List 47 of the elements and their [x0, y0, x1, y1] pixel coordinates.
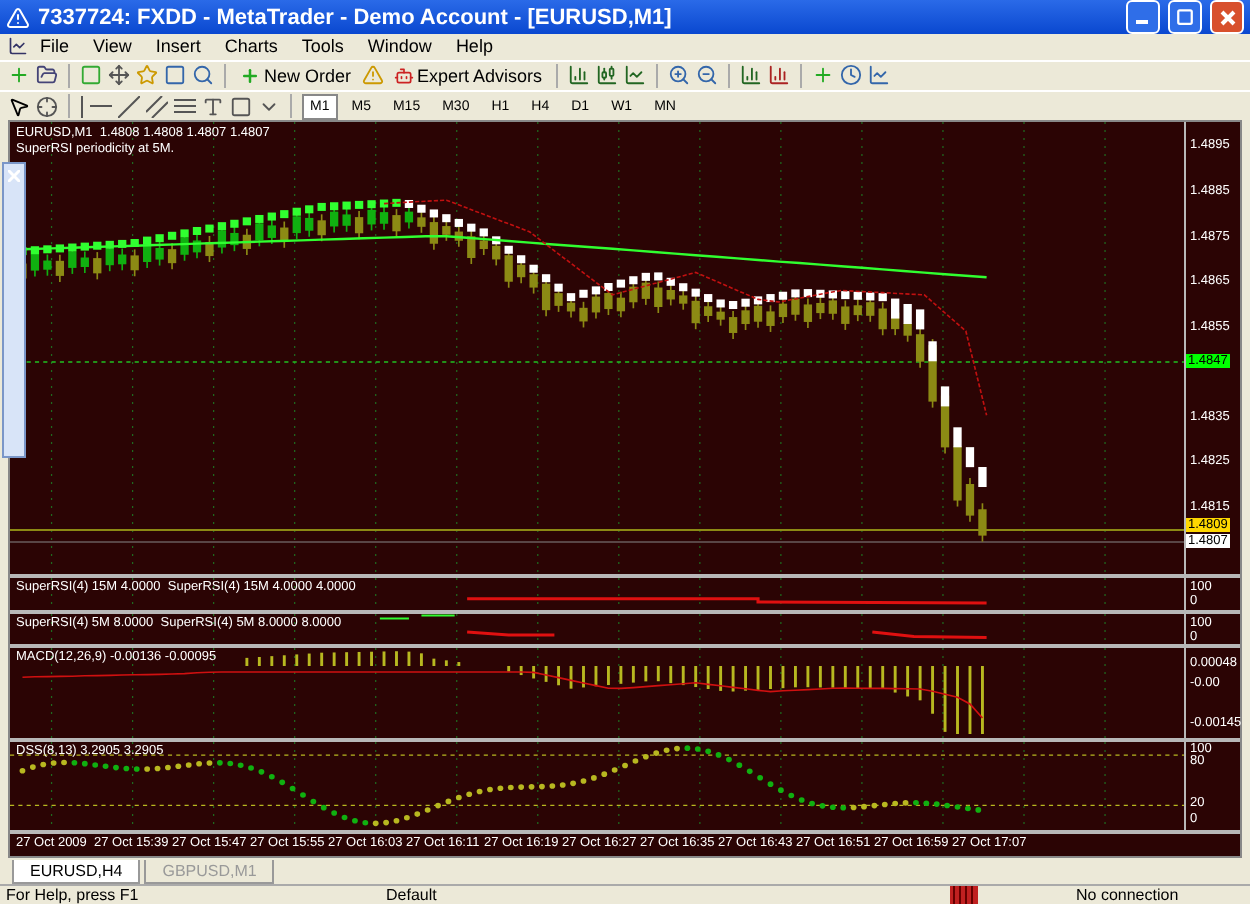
close-button[interactable] — [1210, 0, 1244, 35]
menu-item[interactable]: View — [81, 36, 144, 57]
chart-icon — [8, 36, 28, 57]
app-logo-icon — [6, 5, 30, 30]
rsi-line — [378, 615, 456, 621]
profiles-icon[interactable] — [36, 64, 58, 87]
navigator-icon[interactable] — [108, 64, 130, 87]
trendline-icon[interactable] — [118, 95, 140, 118]
help-text: For Help, press F1 — [4, 885, 141, 904]
new-order-button[interactable]: New Order — [236, 61, 356, 90]
channel-icon[interactable] — [146, 95, 168, 118]
chart-tab[interactable]: EURUSD,H4 — [12, 859, 141, 884]
window-title: 7337724: FXDD - MetaTrader - Demo Account - [EURUSD,M1] — [38, 5, 674, 30]
profile-text: Default — [384, 885, 439, 904]
periods-icon[interactable] — [840, 64, 863, 87]
close-icon — [1219, 9, 1235, 26]
horizontal-line-icon[interactable] — [90, 104, 112, 109]
templates-icon[interactable] — [868, 64, 891, 87]
candlestick-icon[interactable] — [596, 64, 619, 87]
line-chart-icon[interactable] — [624, 64, 647, 87]
menu-item[interactable]: Help — [443, 36, 505, 57]
terminal-icon[interactable] — [164, 64, 186, 87]
maximize-button[interactable] — [1168, 0, 1202, 35]
vertical-line-icon[interactable] — [80, 95, 84, 118]
zoom-out-icon[interactable] — [696, 64, 719, 87]
fibonacci-icon[interactable] — [174, 97, 196, 116]
menu-item[interactable]: Insert — [143, 36, 213, 57]
plus-icon — [240, 65, 260, 86]
tester-icon[interactable] — [192, 64, 214, 87]
cursor-icon[interactable] — [8, 95, 30, 118]
expert-advisors-button[interactable]: Expert Advisors — [389, 61, 547, 90]
zoom-in-icon[interactable] — [668, 64, 691, 87]
crosshair-icon[interactable] — [36, 95, 58, 118]
label-icon[interactable] — [230, 95, 252, 118]
text-icon[interactable] — [202, 95, 224, 118]
chart-shift-icon[interactable] — [740, 64, 763, 87]
connection-status: No connection — [1074, 885, 1181, 904]
menu-item[interactable]: File — [28, 36, 82, 57]
bar-chart-icon[interactable] — [568, 64, 591, 87]
maximize-icon — [1176, 8, 1194, 27]
connection-icon — [950, 885, 978, 904]
menu-item[interactable]: Tools — [289, 36, 356, 57]
minimize-button[interactable] — [1126, 0, 1160, 35]
robot-icon — [393, 65, 414, 86]
autoscroll-icon[interactable] — [768, 64, 791, 87]
menu-item[interactable]: Charts — [212, 36, 290, 57]
menu-item[interactable]: Window — [355, 36, 444, 57]
